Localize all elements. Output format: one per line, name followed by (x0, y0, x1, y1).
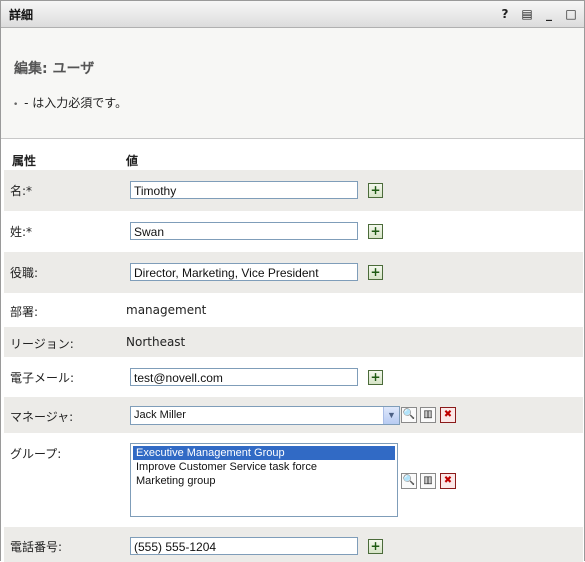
manager-row: マネージャ: Jack Miller ▼ 🔍 ▥ ✖ (4, 397, 583, 433)
required-note-text: - は入力必須です。 (20, 96, 128, 110)
add-first-name-button[interactable]: + (368, 183, 383, 198)
add-email-button[interactable]: + (368, 370, 383, 385)
manager-remove-icon[interactable]: ✖ (440, 407, 456, 423)
portlet-controls: ? ▤ _ □ (498, 7, 578, 21)
manager-label: マネージャ: (10, 410, 74, 424)
email-row: 電子メール: test@novell.com + (4, 357, 583, 397)
title-row: 役職: Director, Marketing, Vice President … (4, 252, 583, 293)
value-column-header: 値 (126, 154, 139, 168)
region-row: リージョン: Northeast (4, 327, 583, 357)
phone-label: 電話番号: (10, 540, 63, 554)
groups-label: グループ: (10, 447, 62, 461)
region-value: Northeast (126, 335, 186, 349)
minimize-icon[interactable]: _ (542, 7, 556, 21)
groups-listbox[interactable]: Executive Management Group Improve Custo… (130, 443, 398, 517)
title-label: 役職: (10, 266, 39, 280)
first-name-row: 名:* Timothy + (4, 170, 583, 211)
groups-search-icon[interactable]: 🔍 (401, 473, 417, 489)
groups-remove-icon[interactable]: ✖ (440, 473, 456, 489)
add-last-name-button[interactable]: + (368, 224, 383, 239)
manager-selected-value: Jack Miller (134, 409, 186, 421)
chevron-down-icon[interactable]: ▼ (383, 407, 399, 424)
title-field[interactable]: Director, Marketing, Vice President (130, 263, 358, 281)
manager-search-icon[interactable]: 🔍 (401, 407, 417, 423)
help-icon[interactable]: ? (498, 7, 512, 21)
print-icon[interactable]: ▤ (520, 7, 534, 21)
add-phone-button[interactable]: + (368, 539, 383, 554)
group-option[interactable]: Executive Management Group (133, 446, 395, 460)
groups-row: グループ: Executive Management Group Improve… (4, 433, 583, 527)
column-headers: 属性 値 (0, 152, 583, 170)
email-field[interactable]: test@novell.com (130, 368, 358, 386)
last-name-label: 姓:* (10, 225, 33, 239)
add-title-button[interactable]: + (368, 265, 383, 280)
department-value: management (126, 303, 207, 317)
required-note: • - は入力必須です。 (13, 94, 127, 111)
phone-field[interactable]: (555) 555-1204 (130, 537, 358, 555)
required-bullet: • (13, 100, 19, 110)
email-label: 電子メール: (10, 371, 75, 385)
department-label: 部署: (10, 305, 39, 319)
portlet-titlebar: 詳細 ? ▤ _ □ (1, 1, 584, 28)
group-option[interactable]: Improve Customer Service task force (133, 460, 395, 474)
manager-select[interactable]: Jack Miller ▼ (130, 406, 400, 425)
region-label: リージョン: (10, 337, 74, 351)
groups-history-icon[interactable]: ▥ (420, 473, 436, 489)
group-option[interactable]: Marketing group (133, 474, 395, 488)
first-name-field[interactable]: Timothy (130, 181, 358, 199)
last-name-field[interactable]: Swan (130, 222, 358, 240)
maximize-icon[interactable]: □ (564, 7, 578, 21)
last-name-row: 姓:* Swan + (4, 211, 583, 252)
portlet-title: 詳細 (9, 7, 34, 22)
form-header: 編集: ユーザ • - は入力必須です。 (1, 28, 584, 139)
phone-row: 電話番号: (555) 555-1204 + (4, 527, 583, 562)
attribute-column-header: 属性 (12, 154, 37, 168)
page-title: 編集: ユーザ (14, 61, 95, 77)
department-row: 部署: management (4, 293, 583, 327)
first-name-label: 名:* (10, 184, 33, 198)
manager-history-icon[interactable]: ▥ (420, 407, 436, 423)
